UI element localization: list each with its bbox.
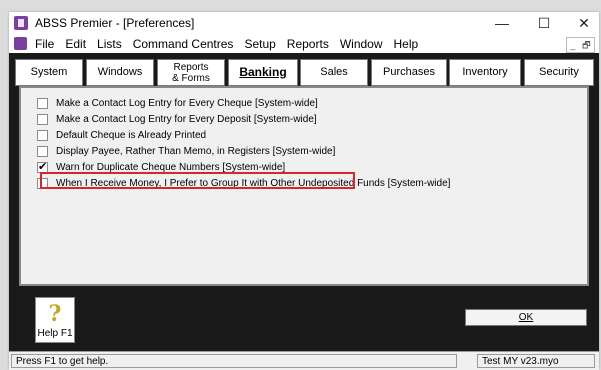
menu-bar: File Edit Lists Command Centres Setup Reports… [9, 34, 599, 53]
tab-system[interactable]: System [15, 59, 83, 86]
option-row[interactable]: Default Cheque is Already Printed [37, 128, 206, 142]
ok-button-label: OK [518, 312, 534, 323]
mdi-minimize-button[interactable]: _ [570, 38, 575, 52]
status-bar: Press F1 to get help. Test MY v23.myo [9, 351, 599, 370]
option-checkbox[interactable] [37, 113, 48, 125]
document-icon[interactable] [14, 37, 27, 50]
option-checkbox[interactable] [37, 97, 48, 109]
help-button[interactable]: ? Help F1 [35, 297, 75, 343]
question-mark-icon: ? [48, 301, 62, 327]
option-checkbox[interactable] [37, 129, 48, 141]
ok-button[interactable]: OK [465, 309, 587, 326]
option-label: Make a Contact Log Entry for Every Depos… [56, 113, 317, 125]
menu-item-command-centres[interactable]: Command Centres [133, 37, 234, 51]
tab-inventory[interactable]: Inventory [449, 59, 521, 86]
status-help-text: Press F1 to get help. [11, 354, 457, 368]
menu-item-window[interactable]: Window [340, 37, 383, 51]
tab-label: Purchases [383, 66, 435, 78]
option-checkbox[interactable] [37, 145, 48, 157]
option-checkbox[interactable] [37, 160, 48, 173]
highlight-box [40, 172, 355, 189]
tab-sales[interactable]: Sales [300, 59, 368, 86]
menu-item-lists[interactable]: Lists [97, 37, 122, 51]
preferences-client-area: System Windows Reports & Forms Banking Sales… [9, 53, 599, 351]
title-bar[interactable]: ABSS Premier - [Preferences] — ☐ ✕ [9, 12, 599, 34]
menu-item-setup[interactable]: Setup [244, 37, 275, 51]
tab-reports-forms[interactable]: Reports & Forms [157, 59, 225, 86]
tab-label: Banking [239, 65, 287, 79]
close-button[interactable]: ✕ [569, 13, 599, 33]
option-row[interactable]: Make a Contact Log Entry for Every Depos… [37, 112, 317, 126]
mdi-restore-button[interactable]: 🗗 [582, 38, 590, 52]
help-button-label: Help F1 [37, 328, 73, 339]
status-file-name: Test MY v23.myo [477, 354, 595, 368]
tab-label: Reports & Forms [172, 61, 210, 84]
option-label: Warn for Duplicate Cheque Numbers [Syste… [56, 161, 286, 173]
window-title: ABSS Premier - [Preferences] [35, 16, 195, 30]
menu-item-reports[interactable]: Reports [287, 37, 329, 51]
tab-label: System [30, 66, 68, 78]
tab-label: Sales [320, 66, 348, 78]
abss-app-icon [14, 16, 28, 30]
menu-item-file[interactable]: File [35, 37, 54, 51]
maximize-button[interactable]: ☐ [529, 13, 559, 33]
option-label: Default Cheque is Already Printed [56, 129, 207, 141]
option-label: Display Payee, Rather Than Memo, in Regi… [56, 145, 336, 157]
option-label: Make a Contact Log Entry for Every Chequ… [56, 97, 318, 109]
menu-item-edit[interactable]: Edit [65, 37, 86, 51]
preferences-window: ABSS Premier - [Preferences] — ☐ ✕ File E… [9, 12, 599, 370]
menu-item-help[interactable]: Help [394, 37, 419, 51]
banking-options-panel: Make a Contact Log Entry for Every Chequ… [19, 86, 589, 286]
tab-label: Security [539, 66, 579, 78]
mdi-controls: _ 🗗 [566, 37, 595, 53]
menu-items: File Edit Lists Command Centres Setup Reports… [35, 37, 418, 51]
option-row[interactable]: Display Payee, Rather Than Memo, in Regi… [37, 144, 335, 158]
tab-security[interactable]: Security [524, 59, 594, 86]
tab-banking[interactable]: Banking [228, 59, 298, 86]
tab-purchases[interactable]: Purchases [371, 59, 447, 86]
tab-label: Windows [97, 66, 143, 78]
tab-windows[interactable]: Windows [86, 59, 154, 86]
option-row[interactable]: Make a Contact Log Entry for Every Chequ… [37, 96, 318, 110]
tab-label: Inventory [462, 66, 508, 78]
minimize-button[interactable]: — [487, 13, 517, 33]
